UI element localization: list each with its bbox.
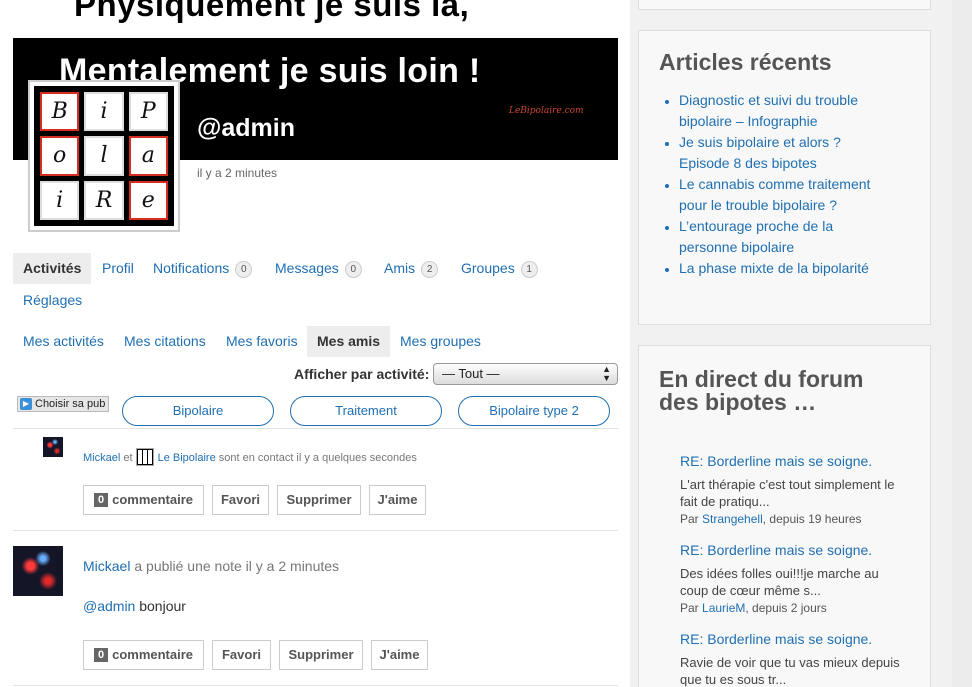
activity-content: @admin bonjour: [83, 598, 186, 614]
user2-link[interactable]: Le Bipolaire: [158, 452, 216, 464]
select-arrows-icon: ▲ ▼: [602, 364, 611, 383]
recent-articles-title: Articles récents: [659, 49, 832, 75]
cover-signature: LeBipolaire.com: [509, 106, 584, 116]
nav-notifications[interactable]: Notifications 0: [143, 253, 262, 284]
subnav-mes-citations[interactable]: Mes citations: [114, 326, 216, 357]
nav-messages[interactable]: Messages 0: [265, 253, 372, 284]
groups-count: 1: [520, 261, 538, 278]
comment-count: 0: [93, 493, 109, 507]
forum-excerpt: Des idées folles oui!!!je marche au coup …: [680, 566, 879, 598]
activity-filter-label: Afficher par activité:: [294, 366, 430, 382]
logo-cell: i: [40, 180, 80, 220]
forum-topic-link[interactable]: RE: Borderline mais se soigne.: [680, 630, 920, 648]
previous-widget: [638, 0, 931, 10]
logo-cell: l: [84, 136, 124, 176]
recent-article-link[interactable]: Diagnostic et suivi du troublebipolaire …: [679, 90, 910, 132]
forum-title: En direct du forum des bipotes …: [659, 366, 864, 415]
messages-count: 0: [344, 261, 362, 278]
user-avatar[interactable]: [13, 546, 63, 596]
like-button[interactable]: J'aime: [369, 485, 426, 515]
choose-ad-button[interactable]: ▶ Choisir sa pub: [17, 396, 109, 412]
sidebar: Articles récents Diagnostic et suivi du …: [630, 0, 972, 687]
forum-meta: Par LaurieM, depuis 2 jours: [680, 601, 827, 615]
recent-article-link[interactable]: La phase mixte de la bipolarité: [679, 258, 910, 279]
play-icon: ▶: [20, 398, 32, 410]
recent-article-link[interactable]: L’entourage proche de lapersonne bipolai…: [679, 216, 910, 258]
page-gutter: [952, 0, 972, 687]
delete-button[interactable]: Supprimer: [279, 640, 363, 670]
divider: [13, 428, 618, 429]
comment-button[interactable]: 0 commentaire: [83, 485, 204, 515]
subnav-mes-amis[interactable]: Mes amis: [307, 326, 391, 357]
divider: [13, 685, 618, 686]
activity-header: Mickael a publié une note il y a 2 minut…: [83, 558, 340, 574]
forum-item: RE: Borderline mais se soigne. Ravie de …: [680, 630, 920, 687]
nav-groupes[interactable]: Groupes 1: [451, 253, 548, 284]
logo-cell: B: [40, 92, 80, 132]
user-link[interactable]: Mickael: [83, 558, 130, 574]
forum-item: RE: Borderline mais se soigne. L'art thé…: [680, 452, 920, 527]
comment-count: 0: [93, 648, 109, 662]
main-content: Physiquement je suis là, Mentalement je …: [0, 0, 630, 687]
cover-image-top: Physiquement je suis là,: [0, 0, 630, 38]
forum-item: RE: Borderline mais se soigne. Des idées…: [680, 541, 920, 616]
profile-last-active: il y a 2 minutes: [197, 166, 278, 180]
profile-avatar[interactable]: B i P o l a i R e: [28, 80, 180, 232]
subnav-mes-activites[interactable]: Mes activités: [13, 326, 114, 357]
logo-cell: R: [84, 180, 124, 220]
logo-cell: a: [128, 136, 168, 176]
ad-tag-bipolaire[interactable]: Bipolaire: [122, 396, 274, 426]
recent-articles-list: Diagnostic et suivi du troublebipolaire …: [659, 90, 910, 279]
friends-count: 2: [421, 261, 439, 278]
recent-article-link[interactable]: Je suis bipolaire et alors ?Episode 8 de…: [679, 132, 910, 174]
forum-excerpt: Ravie de voir que tu vas mieux depuis que…: [680, 655, 900, 687]
user-link[interactable]: Mickael: [83, 452, 120, 464]
forum-meta: Par Strangehell, depuis 19 heures: [680, 512, 862, 526]
activity-header: Mickael et Le Bipolaire sont en contact …: [83, 448, 417, 466]
recent-articles-widget: Articles récents Diagnostic et suivi du …: [638, 30, 931, 325]
ad-tag-bipolaire-type-2[interactable]: Bipolaire type 2: [458, 396, 610, 426]
cover-line-1: Physiquement je suis là,: [74, 0, 470, 23]
forum-author-link[interactable]: LaurieM: [702, 601, 745, 615]
bipolaire-logo: B i P o l a i R e: [40, 92, 168, 220]
user-avatar[interactable]: [43, 437, 63, 457]
forum-excerpt: L'art thérapie c'est tout simplement le f…: [680, 477, 895, 509]
nav-profil[interactable]: Profil: [92, 253, 144, 284]
logo-cell: i: [84, 92, 124, 132]
mention-link[interactable]: @admin: [83, 598, 135, 614]
forum-author-link[interactable]: Strangehell: [702, 512, 763, 526]
logo-cell: o: [40, 136, 80, 176]
recent-article-link[interactable]: Le cannabis comme traitementpour le trou…: [679, 174, 910, 216]
like-button[interactable]: J'aime: [371, 640, 428, 670]
notifications-count: 0: [235, 261, 253, 278]
comment-button[interactable]: 0 commentaire: [83, 640, 204, 670]
subnav-mes-favoris[interactable]: Mes favoris: [216, 326, 308, 357]
favorite-button[interactable]: Favori: [212, 640, 271, 670]
activity-filter-select[interactable]: — Tout — ▲ ▼: [433, 363, 618, 385]
logo-cell: P: [128, 92, 168, 132]
nav-activites[interactable]: Activités: [13, 253, 92, 284]
forum-topic-link[interactable]: RE: Borderline mais se soigne.: [680, 541, 920, 559]
nav-amis[interactable]: Amis 2: [374, 253, 448, 284]
ad-tag-traitement[interactable]: Traitement: [290, 396, 442, 426]
forum-widget: En direct du forum des bipotes … RE: Bord…: [638, 345, 931, 687]
favorite-button[interactable]: Favori: [212, 485, 269, 515]
forum-topic-link[interactable]: RE: Borderline mais se soigne.: [680, 452, 920, 470]
divider: [13, 530, 618, 531]
nav-reglages[interactable]: Réglages: [13, 285, 92, 316]
logo-cell: e: [128, 180, 168, 220]
bipolaire-mini-avatar[interactable]: [135, 448, 154, 466]
subnav-mes-groupes[interactable]: Mes groupes: [390, 326, 491, 357]
profile-username: @admin: [197, 114, 295, 142]
delete-button[interactable]: Supprimer: [277, 485, 361, 515]
